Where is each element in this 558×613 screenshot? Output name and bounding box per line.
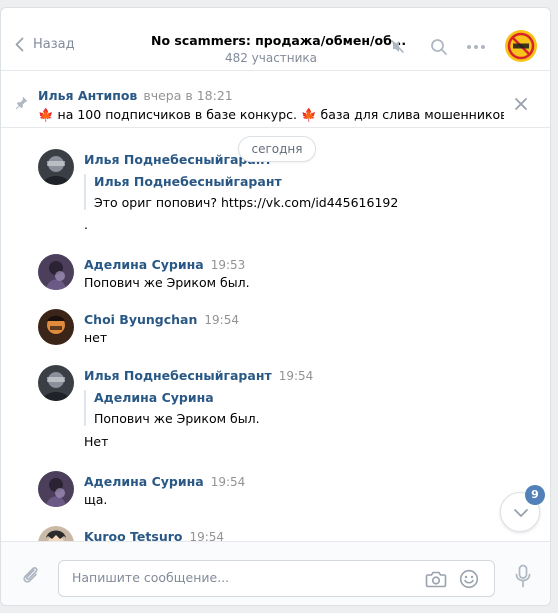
maple-leaf-emoji: 🍁	[38, 107, 54, 122]
maple-leaf-emoji: 🍁	[300, 107, 317, 122]
message-header: Choi Byungchan 19:54	[84, 312, 239, 327]
message-author[interactable]: Аделина Сурина	[84, 474, 204, 489]
avatar[interactable]	[38, 471, 74, 507]
no-scammers-logo-icon	[506, 31, 536, 61]
back-button[interactable]: Назад	[15, 37, 75, 52]
message-header: Илья Поднебесныйгарант 19:54	[84, 368, 313, 383]
attach-icon[interactable]	[19, 564, 41, 586]
quoted-author: Аделина Сурина	[94, 390, 214, 405]
message-text: Попович же Эриком был.	[84, 275, 250, 290]
message: Choi Byungchan 19:54 нет	[38, 309, 518, 349]
pinned-text-part1: на 100 подписчиков в базе конкурс.	[53, 107, 301, 122]
message-time: 19:54	[204, 313, 239, 327]
message-input-container[interactable]	[58, 560, 495, 597]
smile-icon[interactable]	[459, 569, 479, 589]
quoted-author: Илья Поднебесныйгарант	[94, 174, 282, 189]
search-icon[interactable]	[430, 38, 448, 56]
pinned-text-part2: база для слива мошенников:	[316, 107, 504, 122]
pinned-time: вчера в 18:21	[143, 88, 233, 103]
close-icon[interactable]	[515, 98, 527, 110]
avatar[interactable]	[38, 526, 74, 542]
more-icon[interactable]	[466, 44, 486, 50]
message-header: Аделина Сурина 19:53	[84, 257, 245, 272]
message: Илья Поднебесныйгарант Илья Поднебесныйг…	[38, 149, 518, 239]
mute-icon[interactable]	[390, 39, 405, 54]
chat-title: No scammers: продажа/обмен/об...	[151, 33, 407, 48]
chevron-down-icon	[514, 509, 528, 517]
mic-icon[interactable]	[514, 564, 532, 588]
avatar[interactable]	[38, 309, 74, 345]
quoted-message[interactable]: Илья Поднебесныйгарант Это ориг попович?…	[84, 174, 398, 210]
message-text: .	[84, 217, 88, 232]
message-input[interactable]	[72, 570, 412, 585]
pinned-author-name: Илья Антипов	[38, 88, 138, 103]
avatar[interactable]	[38, 254, 74, 290]
message-author[interactable]: Choi Byungchan	[84, 312, 197, 327]
message-time: 19:54	[210, 475, 246, 489]
date-separator: сегодня	[238, 136, 316, 162]
back-chevron-icon	[15, 37, 24, 52]
chat-title-block[interactable]: No scammers: продажа/обмен/об... 482 уча…	[151, 33, 407, 65]
message-author[interactable]: Аделина Сурина	[84, 257, 204, 272]
message-header: Аделина Сурина 19:54	[84, 474, 245, 489]
members-count: 482 участника	[224, 51, 318, 65]
message-author[interactable]: Илья Поднебесныйгарант	[84, 368, 272, 383]
message: Илья Поднебесныйгарант 19:54 Аделина Сури…	[38, 365, 518, 455]
message-text: нет	[84, 330, 108, 345]
back-label: Назад	[33, 37, 75, 52]
pinned-author[interactable]: Илья Антипов вчера в 18:21	[38, 88, 233, 103]
message-time: 19:54	[278, 369, 314, 383]
camera-icon[interactable]	[425, 569, 447, 589]
message: Kuroo Tetsuro 19:54	[38, 526, 518, 542]
message-history[interactable]: Илья Поднебесныйгарант Илья Поднебесныйг…	[1, 129, 550, 542]
message: Аделина Сурина 19:53 Попович же Эриком бы…	[38, 254, 518, 294]
message-text: Нет	[84, 434, 109, 449]
message: Аделина Сурина 19:54 ща.	[38, 471, 518, 511]
quoted-text: Попович же Эриком был.	[94, 411, 260, 426]
message-composer	[1, 541, 550, 605]
chat-window: Назад No scammers: продажа/обмен/об... 4…	[0, 7, 551, 606]
quoted-text: Это ориг попович? https://vk.com/id44561…	[94, 195, 399, 210]
pin-icon	[15, 96, 28, 109]
quoted-message[interactable]: Аделина Сурина Попович же Эриком был.	[84, 390, 260, 426]
chat-avatar[interactable]	[505, 30, 537, 62]
unread-count-badge[interactable]: 9	[525, 485, 545, 505]
pinned-text: 🍁 на 100 подписчиков в базе конкурс. 🍁 б…	[38, 107, 504, 123]
message-time: 19:53	[210, 258, 246, 272]
chat-header: Назад No scammers: продажа/обмен/об... 4…	[1, 8, 550, 71]
avatar[interactable]	[38, 149, 74, 185]
avatar[interactable]	[38, 365, 74, 401]
pinned-message[interactable]: Илья Антипов вчера в 18:21 🍁 на 100 подпи…	[1, 72, 550, 128]
message-text: ща.	[84, 492, 108, 507]
